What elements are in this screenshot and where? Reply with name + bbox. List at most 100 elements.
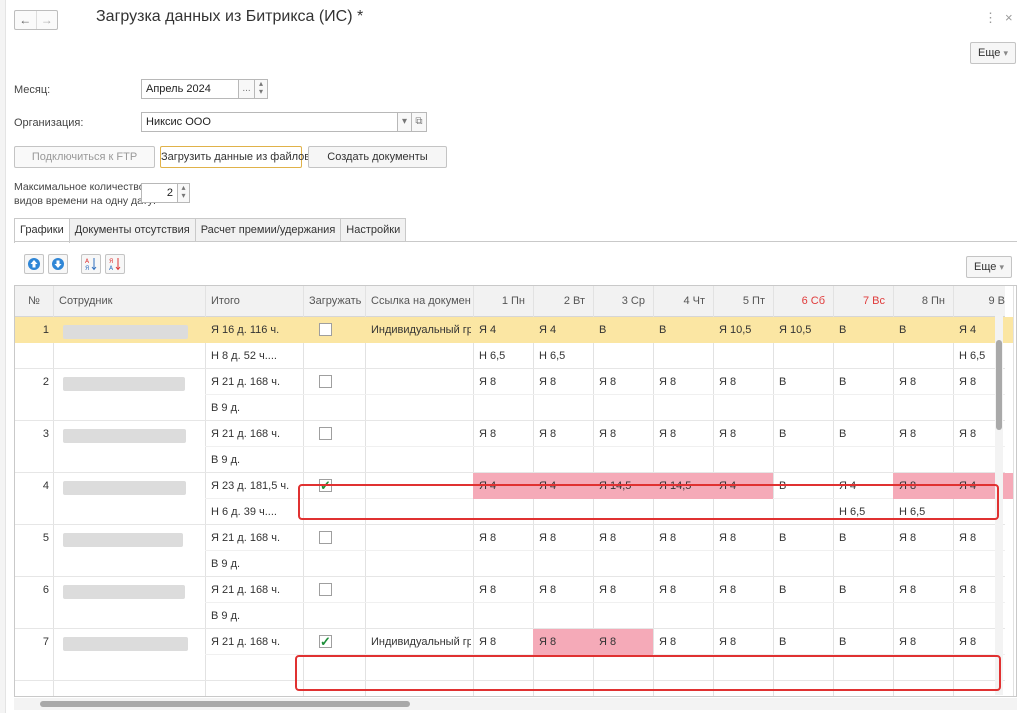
load-checkbox[interactable] <box>319 583 332 596</box>
day-cell[interactable]: Я 4 <box>533 317 593 343</box>
vertical-scroll-thumb[interactable] <box>996 340 1002 430</box>
day-cell[interactable]: В <box>773 629 833 655</box>
month-stepper[interactable]: ▴ ▾ <box>254 79 268 99</box>
connect-ftp-button[interactable]: Подключиться к FTP <box>14 146 155 168</box>
horizontal-scroll-thumb[interactable] <box>40 701 410 707</box>
month-field[interactable]: Апрель 2024 <box>141 79 239 99</box>
column-header-day[interactable]: 9 В <box>953 286 1005 317</box>
grid-more-button[interactable]: Еще ▾ <box>966 256 1012 278</box>
table-row[interactable]: 3Я 21 д. 168 ч. Я 8Я 8Я 8Я 8Я 8ВВЯ 8Я 8 <box>15 421 1005 447</box>
day-cell[interactable]: Я 8 <box>593 629 653 655</box>
day-cell[interactable]: Я 8 <box>473 369 533 395</box>
day-cell[interactable]: Я 8 <box>713 577 773 603</box>
column-header-day[interactable]: 8 Пн <box>893 286 945 317</box>
day-cell[interactable]: Я 8 <box>713 369 773 395</box>
day-cell[interactable]: В <box>593 317 653 343</box>
table-row[interactable]: 2Я 21 д. 168 ч. Я 8Я 8Я 8Я 8Я 8ВВЯ 8Я 8 <box>15 369 1005 395</box>
menu-dots-icon[interactable]: ⋮ <box>984 10 997 26</box>
move-down-button[interactable] <box>48 254 68 274</box>
more-button[interactable]: Еще ▾ <box>970 42 1016 64</box>
load-checkbox[interactable]: ✓ <box>319 635 332 648</box>
column-header-day[interactable]: 1 Пн <box>473 286 525 317</box>
day-cell[interactable]: Я 8 <box>533 525 593 551</box>
column-header-day[interactable]: 2 Вт <box>533 286 585 317</box>
day-cell[interactable]: В <box>833 629 893 655</box>
column-header-load[interactable]: Загружать <box>309 286 363 317</box>
day-cell[interactable]: Я 10,5 <box>713 317 773 343</box>
back-arrow-icon[interactable]: ← <box>15 11 36 29</box>
organization-dropdown-icon[interactable]: ▾ <box>397 112 412 132</box>
day-cell[interactable]: В <box>833 525 893 551</box>
column-header-day[interactable]: 4 Чт <box>653 286 705 317</box>
day-cell[interactable]: Я 8 <box>653 629 713 655</box>
day-cell[interactable]: В <box>833 421 893 447</box>
document-link[interactable]: Индивидуальный гра... <box>371 629 471 655</box>
document-link[interactable]: Индивидуальный гра... <box>371 317 471 343</box>
document-link[interactable] <box>371 525 471 551</box>
day-cell[interactable]: Я 8 <box>653 577 713 603</box>
day-cell[interactable]: Я 4 <box>473 317 533 343</box>
day-cell[interactable]: Я 8 <box>893 421 953 447</box>
day-cell[interactable]: В <box>773 577 833 603</box>
load-checkbox[interactable] <box>319 427 332 440</box>
day-cell[interactable]: Я 8 <box>593 577 653 603</box>
forward-arrow-icon[interactable]: → <box>35 11 58 29</box>
day-cell[interactable]: Я 8 <box>533 369 593 395</box>
day-cell[interactable]: Я 8 <box>473 421 533 447</box>
tab-bonus-calculation[interactable]: Расчет премии/удержания <box>194 218 342 242</box>
tab-absence-documents[interactable]: Документы отсутствия <box>68 218 196 242</box>
day-cell[interactable]: Я 8 <box>713 629 773 655</box>
day-cell[interactable]: В <box>773 525 833 551</box>
close-icon[interactable]: × <box>1005 10 1013 25</box>
day-cell[interactable]: Я 8 <box>893 577 953 603</box>
day-cell[interactable]: Я 10,5 <box>773 317 833 343</box>
load-files-button[interactable]: Загрузить данные из файлов <box>160 146 310 168</box>
document-link[interactable] <box>371 421 471 447</box>
day-cell[interactable]: Я 8 <box>653 525 713 551</box>
day-cell[interactable]: Я 8 <box>893 525 953 551</box>
day-cell[interactable]: В <box>653 317 713 343</box>
column-header-employee[interactable]: Сотрудник <box>59 286 203 317</box>
day-cell[interactable]: Я 8 <box>953 629 1013 655</box>
day-cell[interactable]: Я 8 <box>953 525 1013 551</box>
day-cell[interactable]: Я 8 <box>713 525 773 551</box>
day-cell[interactable]: Я 8 <box>653 369 713 395</box>
move-up-button[interactable] <box>24 254 44 274</box>
day-cell[interactable]: Я 8 <box>893 369 953 395</box>
load-checkbox[interactable] <box>319 323 332 336</box>
day-cell[interactable]: Я 8 <box>473 525 533 551</box>
sort-ascending-button[interactable]: АЯ <box>81 254 101 274</box>
table-row[interactable]: 5Я 21 д. 168 ч. Я 8Я 8Я 8Я 8Я 8ВВЯ 8Я 8 <box>15 525 1005 551</box>
day-cell[interactable]: Я 8 <box>473 629 533 655</box>
organization-field[interactable]: Никсис ООО <box>141 112 398 132</box>
column-header-day[interactable]: 5 Пт <box>713 286 765 317</box>
day-cell[interactable]: Я 8 <box>473 577 533 603</box>
table-row[interactable]: 7Я 21 д. 168 ч.✓Индивидуальный гра...Я 8… <box>15 629 1005 655</box>
table-row[interactable]: 1Я 16 д. 116 ч.Индивидуальный гра...Я 4Я… <box>15 317 1013 343</box>
tab-settings[interactable]: Настройки <box>340 218 407 242</box>
day-cell[interactable]: Я 8 <box>953 421 1013 447</box>
day-cell[interactable]: В <box>773 421 833 447</box>
day-cell[interactable]: В <box>893 317 953 343</box>
column-header-number[interactable]: № <box>15 286 53 317</box>
document-link[interactable] <box>371 577 471 603</box>
day-cell[interactable]: Я 8 <box>533 421 593 447</box>
day-cell[interactable]: Я 8 <box>653 421 713 447</box>
day-cell[interactable]: Я 8 <box>593 525 653 551</box>
day-cell[interactable]: В <box>773 369 833 395</box>
day-cell[interactable]: Я 8 <box>533 577 593 603</box>
column-header-document-link[interactable]: Ссылка на документ <box>371 286 471 317</box>
tab-schedules[interactable]: Графики <box>14 218 70 243</box>
open-link-icon[interactable]: ⧉ <box>411 112 427 132</box>
day-cell[interactable]: Я 8 <box>593 421 653 447</box>
day-cell[interactable]: Я 8 <box>953 369 1013 395</box>
day-cell[interactable]: Я 8 <box>593 369 653 395</box>
day-cell[interactable]: В <box>833 369 893 395</box>
load-checkbox[interactable] <box>319 531 332 544</box>
day-cell[interactable]: Я 8 <box>713 421 773 447</box>
day-cell[interactable]: Я 8 <box>893 629 953 655</box>
create-documents-button[interactable]: Создать документы <box>308 146 447 168</box>
column-header-day[interactable]: 3 Ср <box>593 286 645 317</box>
load-checkbox[interactable] <box>319 375 332 388</box>
max-kinds-stepper[interactable]: ▴ ▾ <box>177 183 190 203</box>
